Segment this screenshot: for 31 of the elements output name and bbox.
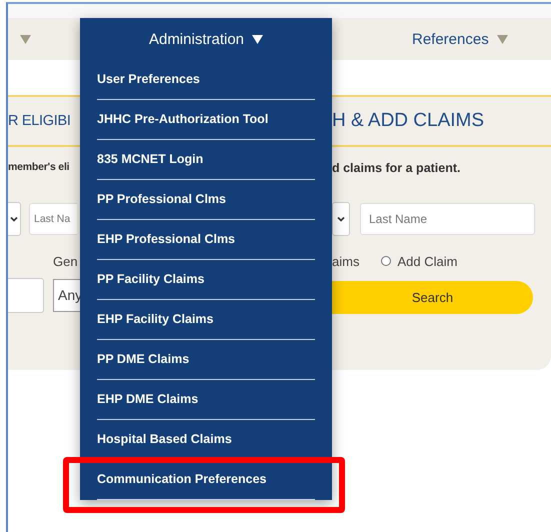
menu-item[interactable]: 835 MCNET Login (97, 140, 315, 180)
last-name-field[interactable]: Last Na (29, 203, 77, 235)
description-text: d claims for a patient. (332, 161, 462, 175)
nav-item[interactable]: References (412, 30, 489, 48)
menu-item[interactable]: EHP DME Claims (97, 380, 315, 420)
page-title: R ELIGIBI (8, 113, 72, 129)
menu-item[interactable]: PP Professional Clms (97, 180, 315, 220)
page-title: H & ADD CLAIMS (332, 110, 486, 132)
search-button[interactable]: Search (332, 280, 533, 314)
dropdown-field[interactable] (8, 202, 21, 236)
menu-item[interactable]: JHHC Pre-Authorization Tool (97, 100, 315, 140)
menu-item[interactable]: EHP Professional Clms (97, 220, 315, 260)
chevron-icon (337, 216, 345, 222)
menu-item[interactable]: PP Facility Claims (97, 260, 315, 300)
menu-item[interactable]: Hospital Based Claims (97, 420, 315, 460)
dropdown-field[interactable] (332, 202, 350, 236)
caret-icon (496, 34, 508, 44)
last-name-field[interactable]: Last Name (360, 203, 535, 235)
menu-item[interactable]: PP DME Claims (97, 340, 315, 380)
gender-label: Gen (53, 254, 78, 268)
menu-item[interactable]: Communication Preferences (97, 460, 315, 500)
description-text: member's eli (8, 161, 70, 175)
radio-label: aims (332, 254, 360, 268)
nav-item[interactable]: Administration (80, 18, 332, 60)
menu-item[interactable]: User Preferences (97, 60, 315, 100)
caret-icon (252, 34, 264, 44)
menu-item[interactable]: EHP Facility Claims (97, 300, 315, 340)
input-field[interactable] (8, 278, 44, 312)
radio-button[interactable]: Add Claim (381, 254, 458, 268)
caret-icon (20, 34, 31, 44)
chevron-icon (10, 216, 18, 222)
